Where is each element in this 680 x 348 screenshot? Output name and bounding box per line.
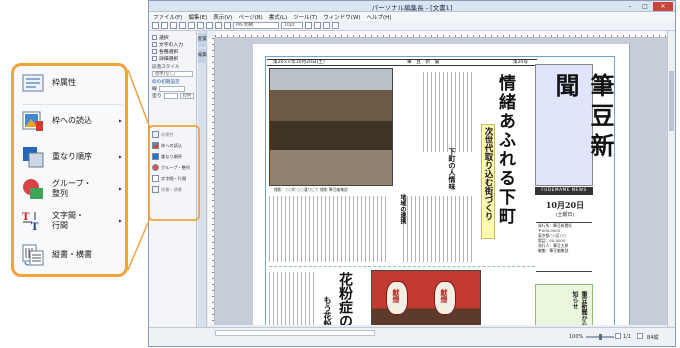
callout-label: 縦書・横書 [52,250,92,259]
stacking-order-icon [22,146,44,168]
separator [22,104,122,105]
chevron-right-icon: ▸ [118,217,122,225]
callout-label: 枠属性 [52,78,76,87]
callout-label: 文字間・ 行間 [52,211,84,230]
callout-load-into-frame[interactable]: 枠への読込 ▸ [22,110,122,132]
callout-vertical-horizontal[interactable]: 縦書・横書 [22,244,122,266]
svg-text:T: T [22,212,30,223]
callout-label: 重なり順序 [52,152,92,161]
group-align-icon [22,178,44,200]
vertical-horizontal-writing-icon [22,244,44,266]
callout-char-line-spacing[interactable]: TT 文字間・ 行間 ▸ [22,210,122,233]
callout-stacking-order[interactable]: 重なり順序 ▸ [22,146,122,168]
char-line-spacing-icon: TT [22,210,44,233]
zoom-callout: 枠属性 枠への読込 ▸ 重なり順序 ▸ グループ・ 整列 ▸ TT 文字間・ 行… [11,63,128,277]
svg-text:T: T [31,222,39,232]
frame-attributes-icon [22,72,44,94]
chevron-right-icon: ▸ [118,117,122,125]
load-into-frame-icon [22,110,44,132]
callout-group-align[interactable]: グループ・ 整列 ▸ [22,178,122,200]
callout-label: グループ・ 整列 [52,179,92,198]
callout-label: 枠への読込 [52,116,92,125]
chevron-right-icon: ▸ [118,185,122,193]
chevron-right-icon: ▸ [118,153,122,161]
callout-frame-attributes[interactable]: 枠属性 [22,72,122,94]
